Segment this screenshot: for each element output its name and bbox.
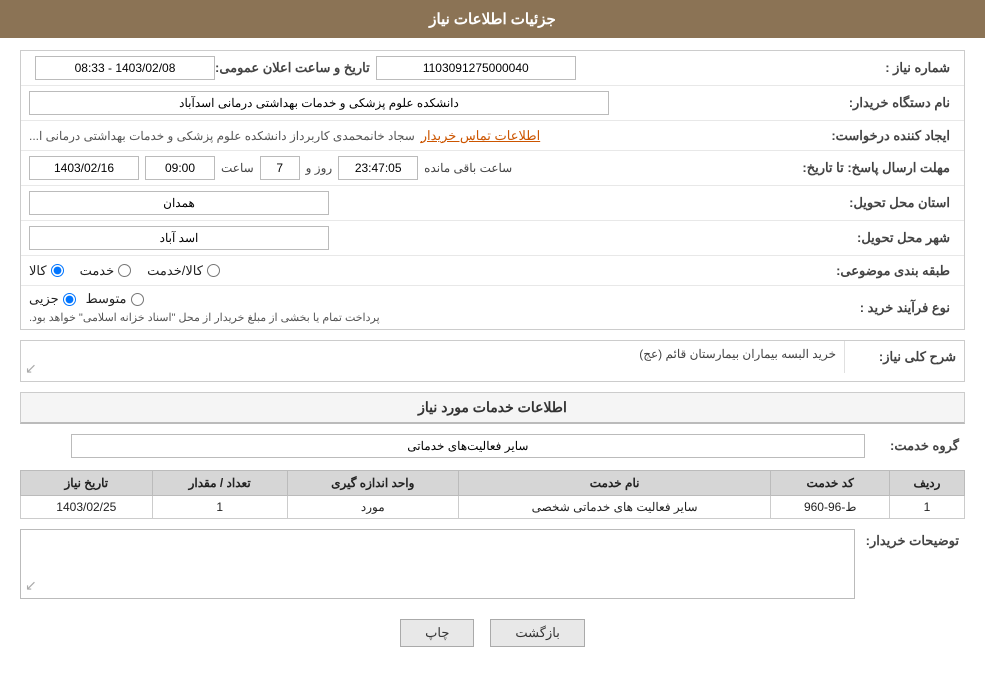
service-group-value-col [20, 434, 865, 458]
row-category: طبقه بندی موضوعی: کالا/خدمت خدمت [21, 256, 964, 286]
city-label: شهر محل تحویل: [816, 230, 956, 246]
need-number-value-col [376, 56, 816, 80]
province-input[interactable] [29, 191, 329, 215]
need-number-label: شماره نیاز : [816, 60, 956, 76]
radio-partial[interactable] [63, 293, 76, 306]
cell-name: سایر فعالیت های خدماتی شخصی [458, 496, 771, 519]
days-input[interactable] [260, 156, 300, 180]
label-medium: متوسط [86, 291, 127, 307]
category-khidmat: خدمت [80, 263, 132, 279]
desc-value-col: خرید البسه بیماران بیمارستان قائم (عج) ↙ [21, 341, 844, 381]
time-input[interactable] [145, 156, 215, 180]
announcement-label: تاریخ و ساعت اعلان عمومی: [215, 60, 376, 76]
buyer-org-label: نام دستگاه خریدار: [816, 95, 956, 111]
purchase-type-label: نوع فرآیند خرید : [816, 300, 956, 316]
date-input[interactable] [29, 156, 139, 180]
page-title: جزئیات اطلاعات نیاز [429, 11, 556, 28]
need-number-input[interactable] [376, 56, 576, 80]
th-name: نام خدمت [458, 471, 771, 496]
time-label: ساعت [221, 161, 254, 175]
page-header: جزئیات اطلاعات نیاز [0, 0, 985, 38]
table-row: 1 ط-96-960 سایر فعالیت های خدماتی شخصی م… [21, 496, 965, 519]
cell-date: 1403/02/25 [21, 496, 153, 519]
radio-kala-khidmat[interactable] [207, 264, 220, 277]
row-buyer-org: نام دستگاه خریدار: [21, 86, 964, 121]
back-button[interactable]: بازگشت [490, 619, 584, 647]
row-purchase-type: نوع فرآیند خرید : متوسط جزیی پرداخت تمام… [21, 286, 964, 329]
announcement-input[interactable] [35, 56, 215, 80]
radio-kala[interactable] [51, 264, 64, 277]
buyer-org-value-col [29, 91, 816, 115]
label-khidmat: خدمت [80, 263, 115, 279]
buttons-row: بازگشت چاپ [20, 609, 965, 653]
cell-unit: مورد [287, 496, 458, 519]
th-row-num: ردیف [890, 471, 965, 496]
buyer-desc-row: توضیحات خریدار: ↙ [20, 529, 965, 599]
buyer-desc-label: توضیحات خریدار: [855, 529, 965, 549]
content-area: شماره نیاز : تاریخ و ساعت اعلان عمومی: ن… [0, 38, 985, 673]
purchase-type-col: متوسط جزیی پرداخت تمام یا بخشی از مبلغ خ… [29, 291, 816, 324]
service-group-label: گروه خدمت: [865, 438, 965, 454]
purchase-notice: پرداخت تمام یا بخشی از مبلغ خریدار از مح… [29, 311, 380, 324]
category-value-col: کالا/خدمت خدمت کالا [29, 263, 816, 279]
row-creator: ایجاد کننده درخواست: اطلاعات تماس خریدار… [21, 121, 964, 151]
category-radio-group: کالا/خدمت خدمت کالا [29, 263, 220, 279]
label-kala: کالا [29, 263, 47, 279]
radio-medium[interactable] [131, 293, 144, 306]
category-kala: کالا [29, 263, 64, 279]
main-info-section: شماره نیاز : تاریخ و ساعت اعلان عمومی: ن… [20, 50, 965, 330]
buyer-org-input[interactable] [29, 91, 609, 115]
cell-row-num: 1 [890, 496, 965, 519]
province-value-col [29, 191, 816, 215]
creator-name: سجاد خانمحمدی کاربرداز دانشکده علوم پزشک… [29, 129, 415, 143]
th-unit: واحد اندازه گیری [287, 471, 458, 496]
services-section-title: اطلاعات خدمات مورد نیاز [20, 392, 965, 424]
category-label: طبقه بندی موضوعی: [816, 263, 956, 279]
remaining-input[interactable] [338, 156, 418, 180]
radio-khidmat[interactable] [118, 264, 131, 277]
service-group-row: گروه خدمت: [20, 430, 965, 462]
th-code: کد خدمت [771, 471, 890, 496]
items-table: ردیف کد خدمت نام خدمت واحد اندازه گیری ت… [20, 470, 965, 519]
days-label: روز و [306, 161, 333, 175]
resize-icon: ↙ [25, 360, 37, 377]
label-kala-khidmat: کالا/خدمت [147, 263, 203, 279]
row-province: استان محل تحویل: [21, 186, 964, 221]
city-value-col [29, 226, 816, 250]
deadline-value-col: ساعت باقی مانده روز و ساعت [29, 156, 802, 180]
page-wrapper: جزئیات اطلاعات نیاز شماره نیاز : تاریخ و… [0, 0, 985, 691]
category-kala-khidmat: کالا/خدمت [147, 263, 220, 279]
announcement-value-col [35, 56, 215, 80]
row-city: شهر محل تحویل: [21, 221, 964, 256]
service-group-input[interactable] [71, 434, 865, 458]
deadline-label: مهلت ارسال پاسخ: تا تاریخ: [802, 160, 956, 176]
row-need-number: شماره نیاز : تاریخ و ساعت اعلان عمومی: [21, 51, 964, 86]
label-partial: جزیی [29, 291, 59, 307]
remaining-label: ساعت باقی مانده [424, 161, 512, 175]
buyer-desc-box[interactable]: ↙ [20, 529, 855, 599]
th-qty: تعداد / مقدار [152, 471, 287, 496]
creator-value-col: اطلاعات تماس خریدار سجاد خانمحمدی کاربرد… [29, 128, 816, 144]
purchase-type-radio-group: متوسط جزیی [29, 291, 144, 307]
type-medium: متوسط [86, 291, 144, 307]
creator-label: ایجاد کننده درخواست: [816, 128, 956, 144]
city-input[interactable] [29, 226, 329, 250]
th-date: تاریخ نیاز [21, 471, 153, 496]
row-deadline: مهلت ارسال پاسخ: تا تاریخ: ساعت باقی مان… [21, 151, 964, 186]
cell-qty: 1 [152, 496, 287, 519]
print-button[interactable]: چاپ [400, 619, 474, 647]
desc-resize-icon: ↙ [25, 577, 37, 594]
desc-section: شرح کلی نیاز: خرید البسه بیماران بیمارست… [20, 340, 965, 382]
table-header-row: ردیف کد خدمت نام خدمت واحد اندازه گیری ت… [21, 471, 965, 496]
province-label: استان محل تحویل: [816, 195, 956, 211]
desc-value: خرید البسه بیماران بیمارستان قائم (عج) [29, 347, 836, 361]
creator-link[interactable]: اطلاعات تماس خریدار [421, 128, 540, 144]
type-partial: جزیی [29, 291, 76, 307]
cell-code: ط-96-960 [771, 496, 890, 519]
desc-label: شرح کلی نیاز: [844, 341, 964, 373]
